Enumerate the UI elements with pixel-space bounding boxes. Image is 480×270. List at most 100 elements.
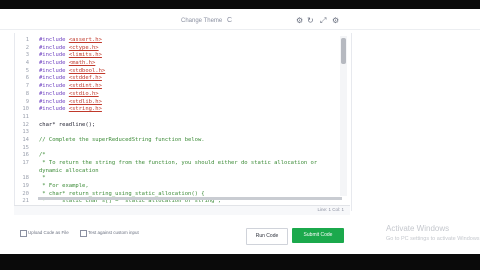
code-text: #include <stdlib.h> (39, 99, 102, 107)
line-number: 12 (22, 121, 29, 128)
code-line[interactable]: 14 // Complete the superReducedString fun… (15, 137, 335, 145)
upload-file-checkbox[interactable] (20, 230, 27, 237)
code-token: #include (39, 106, 69, 113)
refresh-icon[interactable]: ↻ (307, 17, 314, 25)
code-token: #include (39, 67, 69, 74)
code-line[interactable]: 15 (15, 145, 335, 153)
line-number: 13 (22, 129, 29, 136)
line-number: 9 (25, 98, 29, 105)
code-editor[interactable]: 1 #include <assert.h> 2 #include <ctype.h> 3… (14, 33, 352, 211)
submit-code-button[interactable]: Submit Code (292, 228, 344, 243)
code-token: #include (39, 75, 69, 82)
code-text: dynamic allocation (39, 168, 99, 176)
line-number: 8 (25, 90, 29, 97)
code-line[interactable]: 2 #include <ctype.h> (15, 45, 335, 53)
code-line[interactable]: 8 #include <stdio.h> (15, 91, 335, 99)
code-token: #include (39, 90, 69, 97)
code-lines[interactable]: 1 #include <assert.h> 2 #include <ctype.h> 3… (15, 37, 335, 211)
code-text: #include <string.h> (39, 106, 102, 114)
code-line[interactable]: 12 char* readline(); (15, 122, 335, 130)
settings-icon[interactable]: ⚙ (296, 17, 303, 25)
code-text: #include <stdio.h> (39, 91, 99, 99)
code-line[interactable]: 4 #include <math.h> (15, 60, 335, 68)
activate-windows-title: Activate Windows (386, 224, 450, 233)
custom-input-label[interactable]: Test against custom input (88, 230, 139, 235)
code-text: * For example, (39, 183, 89, 191)
code-line[interactable]: 6 #include <stddef.h> (15, 75, 335, 83)
upload-file-label[interactable]: Upload Code as File (28, 230, 69, 235)
code-line[interactable]: dynamic allocation (15, 168, 335, 176)
fullscreen-icon[interactable]: ⤢ (320, 17, 326, 25)
editor-header: Change Theme C ⚙ ↻ ⤢ ⚙ (0, 0, 480, 30)
code-text: // Complete the superReducedString funct… (39, 137, 205, 145)
editor-status-bar: Line: 1 Col: 1 (14, 205, 350, 215)
line-number: 18 (22, 175, 29, 182)
code-line[interactable]: 1 #include <assert.h> (15, 37, 335, 45)
code-token: * char* return_string_using_static_alloc… (39, 190, 205, 197)
code-token: * For example, (39, 183, 89, 190)
code-token: <ctype.h> (68, 44, 99, 51)
code-token: #include (39, 98, 69, 105)
code-text: #include <math.h> (39, 60, 95, 68)
code-line[interactable]: 10 #include <string.h> (15, 106, 335, 114)
code-line[interactable]: 3 #include <limits.h> (15, 52, 335, 60)
line-number: 20 (22, 190, 29, 197)
run-code-button[interactable]: Run Code (246, 228, 288, 245)
line-number: 11 (22, 113, 29, 120)
code-token: #include (39, 52, 69, 59)
code-token: char* readline(); (39, 121, 96, 128)
line-number: 3 (25, 52, 29, 59)
code-line[interactable]: 16 /* (15, 152, 335, 160)
code-token: <stdint.h> (68, 83, 102, 90)
code-text: * To return the string from the function… (39, 160, 317, 168)
code-token: <stddef.h> (68, 75, 102, 82)
code-token: <stdio.h> (68, 90, 99, 97)
code-text: /* (39, 152, 46, 160)
horizontal-scrollbar[interactable] (38, 197, 342, 200)
code-text: #include <limits.h> (39, 52, 102, 60)
line-number: 6 (25, 75, 29, 82)
code-token: #include (39, 60, 69, 67)
header-divider (0, 29, 480, 30)
line-number: 1 (25, 37, 29, 43)
code-text: * (39, 175, 46, 183)
code-line[interactable]: 17 * To return the string from the funct… (15, 160, 335, 168)
theme-letter: C (227, 17, 233, 24)
top-black-bar (0, 0, 480, 9)
code-token: <math.h> (68, 60, 96, 67)
code-token: #include (39, 37, 69, 43)
change-theme-link[interactable]: Change Theme (181, 18, 222, 24)
code-line[interactable]: 19 * For example, (15, 183, 335, 191)
code-text: #include <assert.h> (39, 37, 102, 45)
cursor-position: Line: 1 Col: 1 (317, 207, 344, 212)
line-number: 14 (22, 136, 29, 143)
line-number: 16 (22, 152, 29, 159)
custom-input-checkbox[interactable] (80, 230, 87, 237)
line-number: 2 (25, 44, 29, 51)
code-line[interactable]: 11 (15, 114, 335, 122)
line-number: 17 (22, 160, 29, 166)
gear-icon[interactable]: ⚙ (332, 17, 339, 25)
code-token: <stdlib.h> (68, 98, 102, 105)
code-token: dynamic allocation (39, 167, 99, 174)
code-line[interactable]: 13 (15, 129, 335, 137)
code-token: // Complete the superReducedString funct… (39, 136, 205, 143)
code-line[interactable]: 9 #include <stdlib.h> (15, 99, 335, 107)
line-number: 7 (25, 83, 29, 90)
vertical-scrollbar-thumb[interactable] (341, 38, 346, 64)
code-line[interactable]: 18 * (15, 175, 335, 183)
code-token: * (39, 175, 46, 182)
code-token: * To return the string from the function… (39, 160, 318, 166)
code-line[interactable]: 7 #include <stdint.h> (15, 83, 335, 91)
code-token: <string.h> (68, 106, 102, 113)
code-token: <limits.h> (68, 52, 102, 59)
code-token: /* (39, 152, 46, 159)
code-text: #include <stdint.h> (39, 83, 102, 91)
code-text: char* readline(); (39, 122, 95, 130)
code-line[interactable]: 5 #include <stdbool.h> (15, 68, 335, 76)
line-number: 15 (22, 144, 29, 151)
code-token: #include (39, 83, 69, 90)
code-text: #include <stdbool.h> (39, 68, 105, 76)
code-token: #include (39, 44, 69, 51)
activate-windows-subtitle: Go to PC settings to activate Windows (386, 236, 480, 242)
